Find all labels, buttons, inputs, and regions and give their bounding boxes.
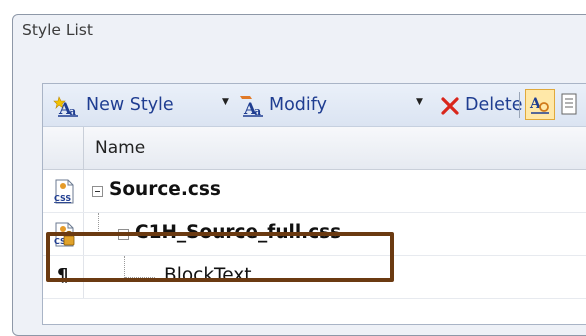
delete-x-icon <box>441 97 459 115</box>
svg-text:a: a <box>69 105 76 117</box>
new-style-dropdown-arrow-icon[interactable]: ▼ <box>222 97 229 107</box>
header-gutter <box>43 127 84 169</box>
modify-dropdown-arrow-icon[interactable]: ▼ <box>416 97 423 107</box>
toolbar-separator <box>519 92 520 118</box>
document-icon[interactable] <box>561 93 579 117</box>
modify-button[interactable]: A a Modify <box>238 84 327 126</box>
svg-text:CSS: CSS <box>54 194 71 203</box>
toolbar: A a New Style ▼ A a Modify ▼ Delete A <box>43 84 586 127</box>
new-style-icon: A a <box>53 96 78 117</box>
list-header: Name <box>43 127 586 170</box>
css-file-icon: CSS <box>54 179 74 204</box>
new-style-label: New Style <box>86 95 174 115</box>
new-style-button[interactable]: A a New Style <box>53 84 174 126</box>
list-item-label: Source.css <box>109 179 221 200</box>
expand-collapse-toggle[interactable] <box>92 186 103 197</box>
window-title: Style List <box>22 21 93 39</box>
delete-button[interactable]: Delete <box>441 84 523 126</box>
style-toggle-icon: A <box>529 96 549 114</box>
selection-highlight-box <box>46 232 394 282</box>
style-list-panel: A a New Style ▼ A a Modify ▼ Delete A Na… <box>42 83 586 325</box>
style-toggle-button[interactable]: A <box>525 89 555 120</box>
modify-style-icon: A a <box>240 96 263 117</box>
modify-label: Modify <box>269 95 327 115</box>
svg-text:a: a <box>254 105 261 117</box>
column-header-name[interactable]: Name <box>95 138 145 158</box>
delete-label: Delete <box>465 95 523 115</box>
list-item[interactable]: CSS Source.css <box>43 170 586 213</box>
